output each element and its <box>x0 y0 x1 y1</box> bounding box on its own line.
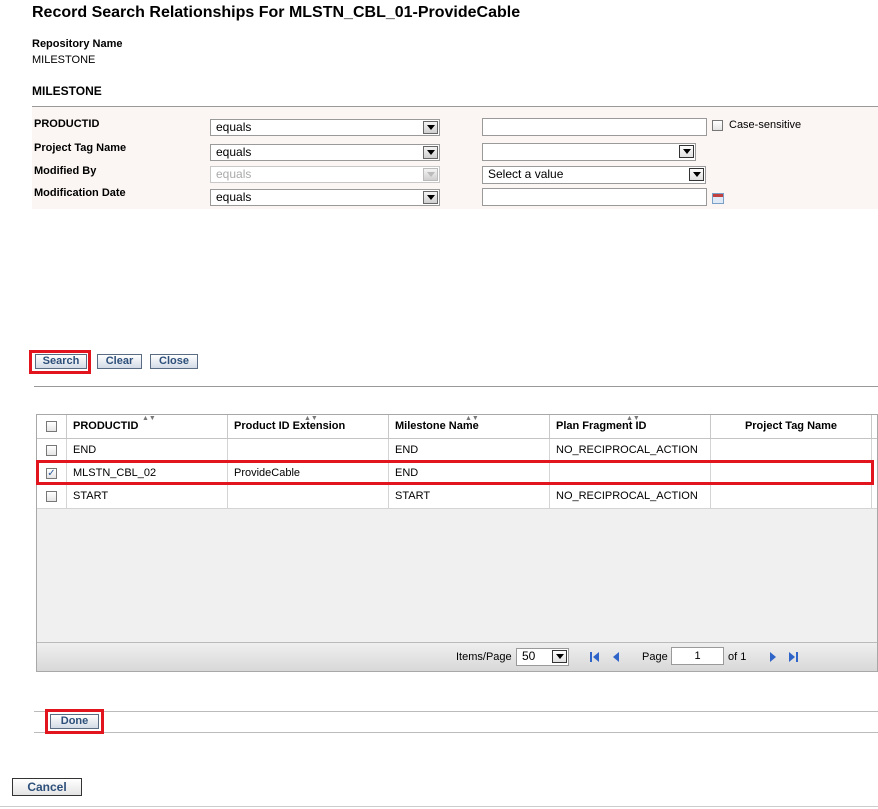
cell-plan-fragment-id: NO_RECIPROCAL_ACTION <box>550 439 711 462</box>
cell-product-id-extension <box>228 485 389 508</box>
sort-arrows-icon[interactable]: ▲▼ <box>465 415 479 422</box>
search-button[interactable]: Search <box>35 354 87 369</box>
column-header-plan-fragment-id[interactable]: ▲▼ Plan Fragment ID <box>550 415 711 438</box>
selected-row-highlight <box>36 460 874 485</box>
project-tag-operator-value: equals <box>216 145 252 159</box>
cell-project-tag-name <box>711 485 872 508</box>
footer-divider <box>0 806 878 807</box>
productid-operator-value: equals <box>216 120 252 134</box>
row-checkbox[interactable] <box>46 491 57 502</box>
done-top-divider <box>34 711 878 712</box>
criteria-label-project-tag-name: Project Tag Name <box>34 142 127 154</box>
cell-plan-fragment-id: NO_RECIPROCAL_ACTION <box>550 485 711 508</box>
last-page-icon[interactable] <box>787 651 803 663</box>
sort-arrows-icon[interactable]: ▲▼ <box>626 415 640 422</box>
column-header-label: PRODUCTID <box>73 420 139 432</box>
modification-date-input[interactable] <box>482 188 707 206</box>
column-header-label: Product ID Extension <box>234 420 346 432</box>
dropdown-arrow-icon[interactable] <box>552 650 567 663</box>
table-row[interactable]: START START NO_RECIPROCAL_ACTION <box>37 485 877 509</box>
row-select-cell <box>37 485 67 508</box>
dropdown-arrow-icon[interactable] <box>423 146 438 159</box>
items-per-page-label: Items/Page <box>456 651 512 663</box>
criteria-label-modified-by: Modified By <box>34 165 97 177</box>
sort-arrows-icon[interactable]: ▲▼ <box>142 415 156 422</box>
modified-by-operator-select: equals <box>210 166 440 183</box>
done-button[interactable]: Done <box>50 714 99 729</box>
select-all-checkbox[interactable] <box>46 421 57 432</box>
page-label: Page <box>642 651 668 663</box>
column-header-milestone-name[interactable]: ▲▼ Milestone Name <box>389 415 550 438</box>
cell-milestone-name: END <box>389 439 550 462</box>
repository-name-label: Repository Name <box>32 38 123 50</box>
next-page-icon[interactable] <box>768 651 778 663</box>
modified-by-value: Select a value <box>488 167 564 181</box>
search-divider <box>34 386 878 387</box>
dropdown-arrow-icon[interactable] <box>689 168 704 181</box>
repository-name-value: MILESTONE <box>32 54 96 66</box>
cell-milestone-name: START <box>389 485 550 508</box>
criteria-label-productid: PRODUCTID <box>34 118 100 130</box>
modification-date-operator-select[interactable]: equals <box>210 189 440 206</box>
items-per-page-value: 50 <box>522 649 536 663</box>
items-per-page-select[interactable]: 50 <box>516 648 569 666</box>
dropdown-arrow-icon[interactable] <box>423 191 438 204</box>
column-header-label: Project Tag Name <box>744 420 838 432</box>
calendar-icon[interactable] <box>712 193 724 204</box>
header-select-col <box>37 415 67 438</box>
modification-date-operator-value: equals <box>216 190 252 204</box>
project-tag-operator-select[interactable]: equals <box>210 144 440 161</box>
criteria-label-modification-date: Modification Date <box>34 187 126 199</box>
row-select-cell <box>37 439 67 462</box>
dropdown-arrow-icon[interactable] <box>423 121 438 134</box>
cell-project-tag-name <box>711 439 872 462</box>
close-button[interactable]: Close <box>150 354 198 369</box>
case-sensitive-checkbox[interactable] <box>712 120 723 131</box>
done-bottom-divider <box>34 732 878 733</box>
dropdown-arrow-icon <box>423 168 438 181</box>
case-sensitive-label: Case-sensitive <box>729 119 802 131</box>
page-number-input[interactable]: 1 <box>671 647 724 665</box>
cell-productid: START <box>67 485 228 508</box>
column-header-productid[interactable]: ▲▼ PRODUCTID <box>67 415 228 438</box>
row-checkbox[interactable] <box>46 445 57 456</box>
first-page-icon[interactable] <box>590 651 606 663</box>
column-header-product-id-extension[interactable]: ▲▼ Product ID Extension <box>228 415 389 438</box>
results-grid: ▲▼ PRODUCTID ▲▼ Product ID Extension ▲▼ … <box>36 414 878 672</box>
section-title: MILESTONE <box>32 84 102 98</box>
sort-arrows-icon[interactable]: ▲▼ <box>304 415 318 422</box>
grid-header: ▲▼ PRODUCTID ▲▼ Product ID Extension ▲▼ … <box>37 415 877 439</box>
productid-input[interactable] <box>482 118 707 136</box>
modified-by-operator-value: equals <box>216 167 252 181</box>
column-header-project-tag-name[interactable]: Project Tag Name <box>711 415 872 438</box>
project-tag-value-select[interactable] <box>482 143 696 161</box>
cell-product-id-extension <box>228 439 389 462</box>
cancel-button[interactable]: Cancel <box>12 778 82 796</box>
productid-operator-select[interactable]: equals <box>210 119 440 136</box>
dropdown-arrow-icon[interactable] <box>679 145 694 158</box>
cell-productid: END <box>67 439 228 462</box>
grid-pager: Items/Page 50 Page 1 of 1 <box>37 642 877 671</box>
page-title: Record Search Relationships For MLSTN_CB… <box>32 4 521 21</box>
prev-page-icon[interactable] <box>612 651 622 663</box>
clear-button[interactable]: Clear <box>97 354 142 369</box>
modified-by-value-select[interactable]: Select a value <box>482 166 706 184</box>
page-count-label: of 1 <box>728 651 747 663</box>
